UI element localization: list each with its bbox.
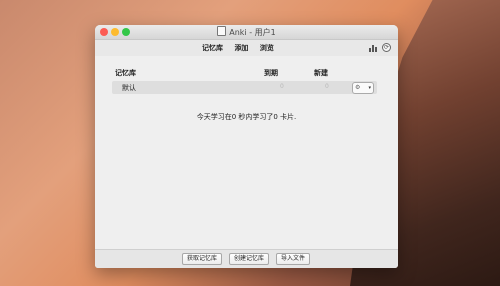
anki-app-icon bbox=[217, 26, 227, 36]
sync-icon[interactable]: ⟳ bbox=[382, 43, 391, 52]
deck-due-count: 0 bbox=[280, 83, 284, 90]
anki-main-window: Anki - 用户1 记忆库 添加 浏览 ⟳ 记忆库 到期 新建 默认 0 0 … bbox=[95, 25, 398, 268]
bar-chart-icon[interactable] bbox=[369, 45, 378, 52]
bottom-bar: 获取记忆库 创建记忆库 导入文件 bbox=[95, 249, 398, 268]
deck-row[interactable]: 默认 0 0 ⚙ ▾ bbox=[112, 81, 377, 94]
get-shared-button[interactable]: 获取记忆库 bbox=[182, 253, 223, 265]
deck-new-count: 0 bbox=[325, 83, 329, 90]
nav-add[interactable]: 添加 bbox=[234, 44, 248, 52]
gear-icon: ⚙ bbox=[355, 84, 361, 91]
top-toolbar: 记忆库 添加 浏览 ⟳ bbox=[95, 40, 398, 57]
create-deck-button[interactable]: 创建记忆库 bbox=[229, 253, 270, 265]
header-deck: 记忆库 bbox=[115, 69, 136, 77]
window-title: Anki - 用户1 bbox=[229, 28, 276, 37]
study-summary: 今天学习在0 秒内学习了0 卡片. bbox=[196, 113, 297, 121]
deck-browser: 记忆库 到期 新建 默认 0 0 ⚙ ▾ 今天学习在0 秒内学习了0 卡片. bbox=[95, 56, 398, 249]
deck-options-button[interactable]: ⚙ ▾ bbox=[352, 82, 374, 94]
title-bar: Anki - 用户1 bbox=[95, 25, 398, 40]
deck-name[interactable]: 默认 bbox=[122, 83, 136, 93]
nav-browse[interactable]: 浏览 bbox=[260, 44, 274, 52]
chevron-down-icon: ▾ bbox=[368, 85, 371, 91]
header-due: 到期 bbox=[264, 69, 278, 77]
nav-decks[interactable]: 记忆库 bbox=[202, 44, 223, 52]
window-title-container: Anki - 用户1 bbox=[95, 26, 398, 38]
header-new: 新建 bbox=[314, 69, 328, 77]
import-file-button[interactable]: 导入文件 bbox=[276, 253, 311, 265]
main-nav: 记忆库 添加 浏览 bbox=[202, 43, 283, 53]
